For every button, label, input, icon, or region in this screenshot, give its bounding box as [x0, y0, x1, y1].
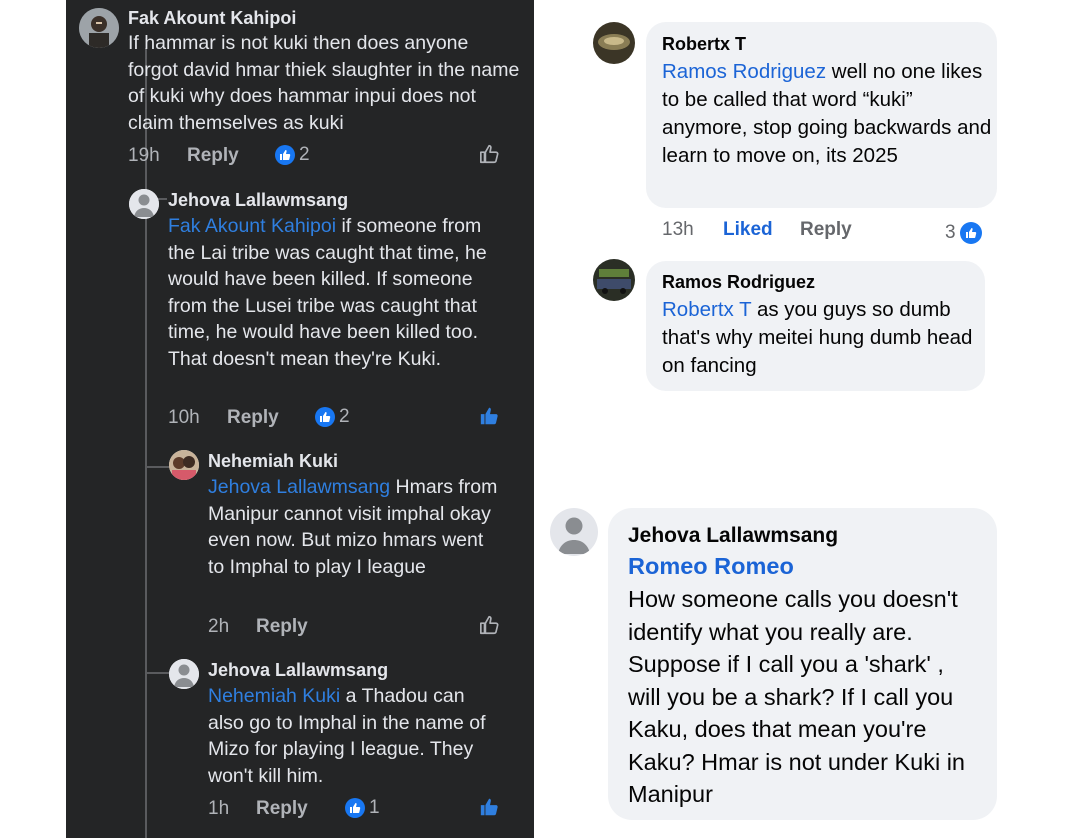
- comment-time[interactable]: 10h: [168, 407, 200, 429]
- reaction-count: 2: [299, 144, 310, 165]
- comment-text: Nehemiah Kuki a Thadou can also go to Im…: [208, 685, 486, 787]
- comment-author[interactable]: Jehova Lallawmsang: [208, 660, 388, 681]
- liked-button[interactable]: Liked: [723, 219, 773, 241]
- reply-button[interactable]: Reply: [187, 145, 239, 167]
- avatar[interactable]: [593, 22, 635, 64]
- mention-link[interactable]: Romeo Romeo: [628, 553, 794, 580]
- comment-author[interactable]: Ramos Rodriguez: [662, 272, 815, 293]
- reaction-summary[interactable]: 3: [945, 222, 982, 244]
- thread-connector: [145, 450, 169, 468]
- comment-text: Jehova Lallawmsang Hmars from Manipur ca…: [208, 476, 498, 578]
- like-filled-icon[interactable]: [479, 796, 501, 818]
- thread-connector: [145, 656, 169, 674]
- avatar[interactable]: [79, 8, 119, 48]
- comment-time[interactable]: 1h: [208, 798, 229, 820]
- reaction-count: 1: [369, 797, 380, 818]
- avatar[interactable]: [129, 189, 159, 219]
- mention-link[interactable]: Ramos Rodriguez: [662, 60, 826, 83]
- mention-link[interactable]: Nehemiah Kuki: [208, 685, 340, 707]
- mention-link[interactable]: Robertx T: [662, 298, 751, 321]
- comment-time[interactable]: 13h: [662, 219, 694, 241]
- reply-button[interactable]: Reply: [227, 407, 279, 429]
- avatar[interactable]: [550, 508, 598, 556]
- like-outline-icon[interactable]: [479, 614, 501, 636]
- like-reaction-icon: [959, 222, 982, 244]
- dark-comment-thread: Fak Akount Kahipoi If hammar is not kuki…: [66, 0, 534, 838]
- like-filled-icon[interactable]: [479, 405, 501, 427]
- comment-text: If hammar is not kuki then does anyone f…: [128, 32, 520, 134]
- comment-author[interactable]: Nehemiah Kuki: [208, 451, 338, 472]
- comment-author[interactable]: Robertx T: [662, 34, 746, 55]
- comment-time[interactable]: 2h: [208, 616, 229, 638]
- reaction-summary[interactable]: 2: [275, 144, 310, 166]
- avatar[interactable]: [169, 450, 199, 480]
- comment-time[interactable]: 19h: [128, 145, 160, 167]
- comment-author[interactable]: Jehova Lallawmsang: [628, 524, 838, 548]
- mention-link[interactable]: Jehova Lallawmsang: [208, 476, 390, 498]
- reaction-count: 3: [945, 222, 956, 243]
- comment-text: Robertx T as you guys so dumb that's why…: [662, 298, 973, 377]
- comment-text: How someone calls you doesn't identify w…: [628, 586, 965, 807]
- thread-line: [145, 200, 147, 838]
- like-reaction-icon: [275, 145, 295, 165]
- reply-button[interactable]: Reply: [800, 219, 852, 241]
- avatar[interactable]: [169, 659, 199, 689]
- comment-author[interactable]: Fak Akount Kahipoi: [128, 8, 296, 29]
- like-reaction-icon: [315, 407, 335, 427]
- comment-text: Fak Akount Kahipoi if someone from the L…: [168, 215, 487, 370]
- mention-link[interactable]: Fak Akount Kahipoi: [168, 215, 336, 237]
- avatar[interactable]: [593, 259, 635, 301]
- comment-text: Ramos Rodriguez well no one likes to be …: [662, 60, 992, 167]
- reaction-summary[interactable]: 2: [315, 406, 350, 428]
- reply-button[interactable]: Reply: [256, 798, 308, 820]
- reaction-summary[interactable]: 1: [345, 797, 380, 819]
- reaction-count: 2: [339, 406, 350, 427]
- reply-button[interactable]: Reply: [256, 616, 308, 638]
- comment-author[interactable]: Jehova Lallawmsang: [168, 190, 348, 211]
- like-reaction-icon: [345, 798, 365, 818]
- like-outline-icon[interactable]: [479, 143, 501, 165]
